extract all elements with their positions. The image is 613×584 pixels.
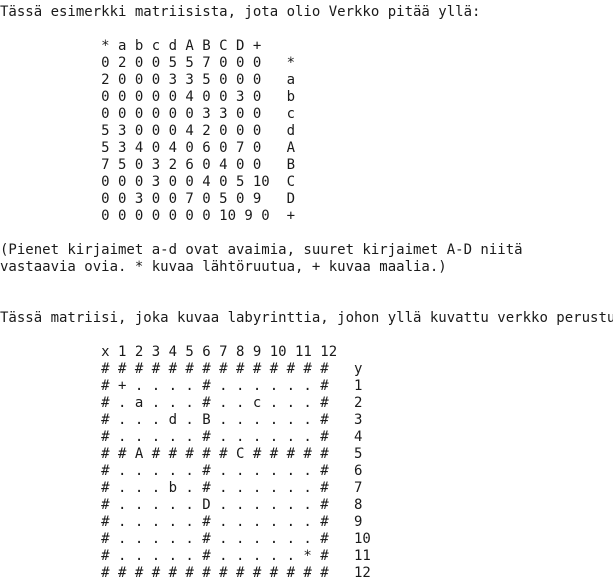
matrix-line: 0 2 0 0 5 5 7 0 0 0 * bbox=[0, 55, 296, 71]
maze-line: # # A # # # # # C # # # # # 5 bbox=[0, 446, 363, 462]
matrix-line: 0 0 3 0 0 7 0 5 0 9 D bbox=[0, 191, 296, 207]
maze-line: # # # # # # # # # # # # # # 12 bbox=[0, 565, 371, 581]
matrix-line: 5 3 0 0 0 4 2 0 0 0 d bbox=[0, 123, 296, 139]
maze-line: # . . . . . D . . . . . . # 8 bbox=[0, 497, 363, 513]
maze-intro-paragraph: Tässä matriisi, joka kuvaa labyrinttia, … bbox=[0, 310, 613, 326]
matrix-line: 0 0 0 3 0 0 4 0 5 10 C bbox=[0, 174, 296, 190]
note-line: (Pienet kirjaimet a-d ovat avaimia, suur… bbox=[0, 242, 523, 258]
maze-line: # + . . . . # . . . . . . # 1 bbox=[0, 378, 363, 394]
matrix-line: 7 5 0 3 2 6 0 4 0 0 B bbox=[0, 157, 296, 173]
maze-line: # . . . . . # . . . . . . # 9 bbox=[0, 514, 363, 530]
matrix-line: 0 0 0 0 0 0 3 3 0 0 c bbox=[0, 106, 296, 122]
intro-paragraph: Tässä esimerkki matriisista, jota olio V… bbox=[0, 4, 481, 20]
maze-line: # . . . . . # . . . . . * # 11 bbox=[0, 548, 371, 564]
maze-line: # . . . b . # . . . . . . # 7 bbox=[0, 480, 363, 496]
maze-line: # . . . . . # . . . . . . # 6 bbox=[0, 463, 363, 479]
matrix-line: 2 0 0 0 3 3 5 0 0 0 a bbox=[0, 72, 296, 88]
maze-header-line: x 1 2 3 4 5 6 7 8 9 10 11 12 bbox=[0, 344, 338, 360]
maze-line: # . a . . . # . . c . . . # 2 bbox=[0, 395, 363, 411]
maze-line: # . . . d . B . . . . . . # 3 bbox=[0, 412, 363, 428]
note-line: vastaavia ovia. * kuvaa lähtöruutua, + k… bbox=[0, 259, 447, 275]
matrix-header-line: * a b c d A B C D + bbox=[0, 38, 262, 54]
maze-line: # . . . . . # . . . . . . # 10 bbox=[0, 531, 371, 547]
document-page: Tässä esimerkki matriisista, jota olio V… bbox=[0, 0, 613, 584]
matrix-line: 0 0 0 0 0 4 0 0 3 0 b bbox=[0, 89, 296, 105]
matrix-line: 5 3 4 0 4 0 6 0 7 0 A bbox=[0, 140, 296, 156]
maze-line: # # # # # # # # # # # # # # y bbox=[0, 361, 363, 377]
maze-line: # . . . . . # . . . . . . # 4 bbox=[0, 429, 363, 445]
matrix-line: 0 0 0 0 0 0 0 10 9 0 + bbox=[0, 208, 296, 224]
